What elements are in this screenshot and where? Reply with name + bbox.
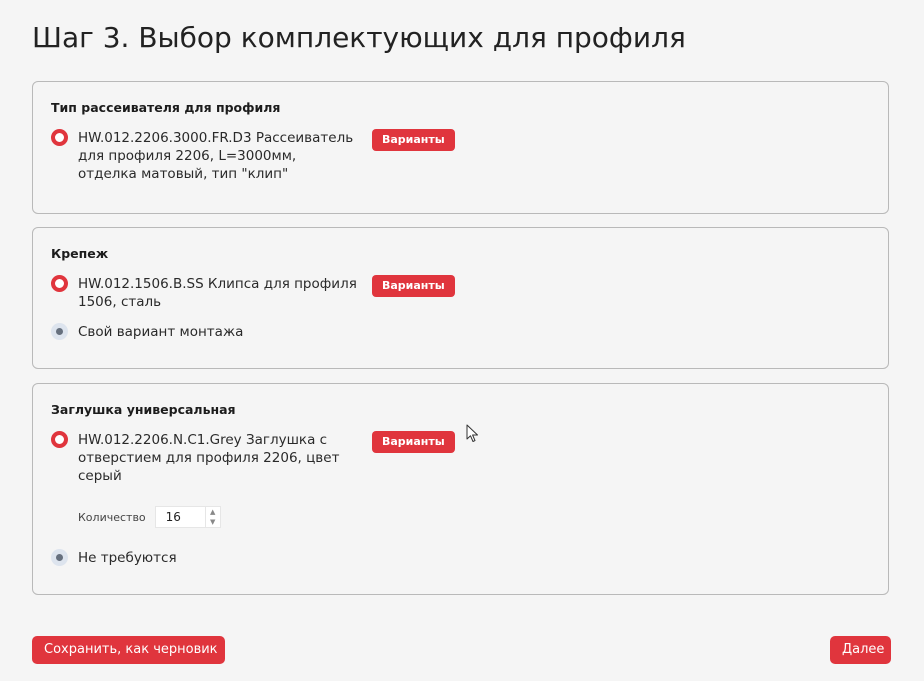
radio-selected[interactable] (51, 431, 68, 448)
radio-unselected[interactable] (51, 323, 68, 340)
option-label: HW.012.2206.N.C1.Grey Заглушка с отверст… (78, 432, 340, 484)
chevron-down-icon[interactable]: ▼ (206, 517, 220, 527)
section-diffuser-type: Тип рассеивателя для профиля HW.012.2206… (32, 81, 889, 214)
section-title: Заглушка универсальная (51, 402, 236, 417)
option-label: HW.012.1506.B.SS Клипса для профиля 1506… (78, 276, 357, 310)
variants-button[interactable]: Варианты (372, 129, 455, 151)
option-label: Не требуются (78, 550, 177, 566)
quantity-stepper[interactable]: ▲ ▼ (154, 506, 221, 528)
section-end-cap: Заглушка универсальная HW.012.2206.N.C1.… (32, 383, 889, 595)
radio-selected[interactable] (51, 275, 68, 292)
stepper-controls: ▲ ▼ (204, 507, 220, 527)
quantity-input[interactable] (155, 507, 206, 527)
chevron-up-icon[interactable]: ▲ (206, 507, 220, 517)
radio-unselected[interactable] (51, 549, 68, 566)
option-label: Свой вариант монтажа (78, 324, 244, 340)
section-title: Тип рассеивателя для профиля (51, 100, 281, 115)
section-title: Крепеж (51, 246, 109, 261)
save-draft-button[interactable]: Сохранить, как черновик (32, 636, 225, 664)
option-end-cap[interactable]: HW.012.2206.N.C1.Grey Заглушка с отверст… (51, 431, 358, 485)
option-label: HW.012.2206.3000.FR.D3 Рассеиватель для … (78, 130, 354, 182)
page: Шаг 3. Выбор комплектующих для профиля Т… (0, 0, 924, 681)
quantity-row: Количество ▲ ▼ (78, 506, 221, 528)
option-custom-mounting[interactable]: Свой вариант монтажа (51, 323, 478, 341)
section-mounting: Крепеж HW.012.1506.B.SS Клипса для профи… (32, 227, 889, 369)
mouse-cursor-icon (466, 424, 478, 442)
option-not-required[interactable]: Не требуются (51, 549, 478, 567)
option-clip[interactable]: HW.012.1506.B.SS Клипса для профиля 1506… (51, 275, 358, 311)
radio-selected[interactable] (51, 129, 68, 146)
option-diffuser[interactable]: HW.012.2206.3000.FR.D3 Рассеиватель для … (51, 129, 358, 183)
next-button[interactable]: Далее (830, 636, 891, 664)
variants-button[interactable]: Варианты (372, 431, 455, 453)
variants-button[interactable]: Варианты (372, 275, 455, 297)
quantity-label: Количество (78, 510, 146, 524)
page-title: Шаг 3. Выбор комплектующих для профиля (32, 21, 686, 54)
